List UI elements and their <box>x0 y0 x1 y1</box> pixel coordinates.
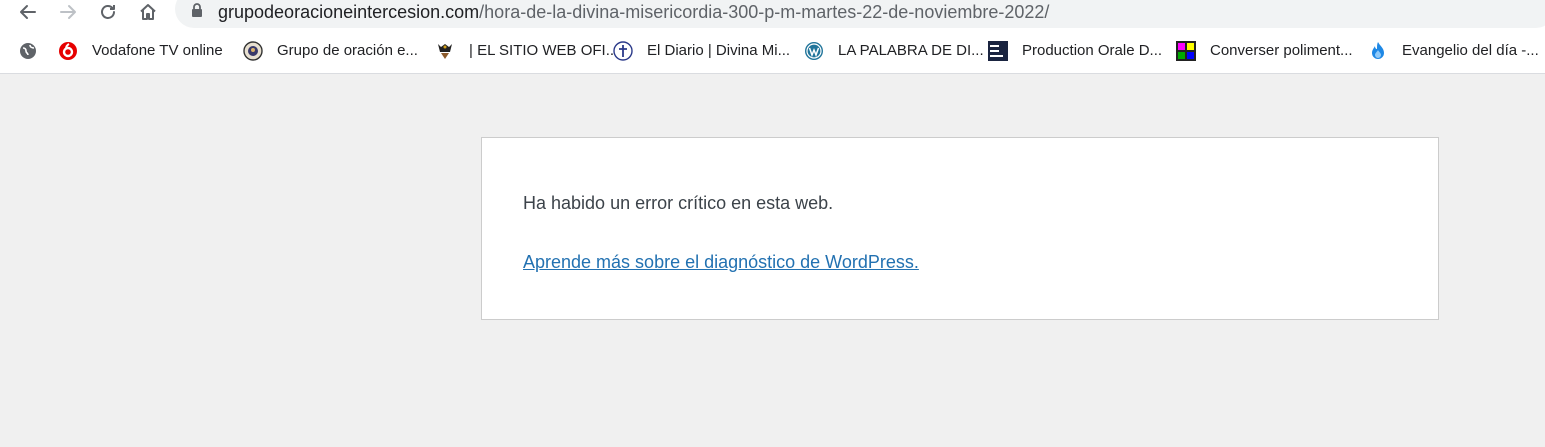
home-icon <box>140 4 156 20</box>
globe-icon <box>18 41 38 61</box>
bookmark-evangelio[interactable]: Evangelio del día -... <box>1368 40 1539 62</box>
forward-icon <box>60 5 76 19</box>
bookmark-converser[interactable]: Converser poliment... <box>1176 40 1353 62</box>
bookmark-grupo-oracion[interactable]: Grupo de oración e... <box>243 40 418 62</box>
wordpress-icon <box>804 41 824 61</box>
flame-icon <box>1368 41 1388 61</box>
bookmark-label: | EL SITIO WEB OFI... <box>469 42 619 59</box>
back-button[interactable] <box>16 0 40 24</box>
crest-icon <box>435 41 455 61</box>
bookmark-label: Grupo de oración e... <box>277 42 418 59</box>
url-path: /hora-de-la-divina-misericordia-300-p-m-… <box>479 2 1050 22</box>
reload-button[interactable] <box>96 0 120 24</box>
cross-badge-icon <box>613 41 633 61</box>
error-message: Ha habido un error crítico en esta web. <box>523 193 834 213</box>
back-icon <box>20 5 36 19</box>
lock-icon[interactable] <box>191 3 203 22</box>
bookmark-label: Production Orale D... <box>1022 42 1163 59</box>
reload-icon <box>101 5 115 19</box>
error-box: Ha habido un error crítico en esta web. … <box>481 137 1439 320</box>
wordpress-debug-link[interactable]: Aprende más sobre el diagnóstico de Word… <box>523 250 919 274</box>
bookmark-label: LA PALABRA DE DI... <box>838 42 984 59</box>
delf-dalf-icon <box>988 41 1008 61</box>
bookmark-la-palabra[interactable]: LA PALABRA DE DI... <box>804 40 984 62</box>
bookmark-production-orale[interactable]: Production Orale D... <box>988 40 1162 62</box>
bookmark-el-diario[interactable]: El Diario | Divina Mi... <box>613 40 790 62</box>
bookmark-label: Vodafone TV online <box>92 42 223 59</box>
bookmark-label: El Diario | Divina Mi... <box>647 42 791 59</box>
group-seal-icon <box>243 41 263 61</box>
bookmark-label: Converser poliment... <box>1210 42 1353 59</box>
bookmark-sitio-web[interactable]: | EL SITIO WEB OFI... <box>435 40 618 62</box>
bookmark-apps[interactable] <box>18 40 38 62</box>
bookmarks-bar: Vodafone TV online Grupo de oración e...… <box>0 28 1545 74</box>
home-button[interactable] <box>136 0 160 24</box>
bookmark-vodafone[interactable]: Vodafone TV online <box>58 40 223 62</box>
url-text[interactable]: grupodeoracioneintercesion.com/hora-de-l… <box>218 1 1049 23</box>
color-grid-icon <box>1176 41 1196 61</box>
vodafone-icon <box>58 41 78 61</box>
forward-button[interactable] <box>56 0 80 24</box>
browser-toolbar: grupodeoracioneintercesion.com/hora-de-l… <box>0 0 1545 28</box>
url-host: grupodeoracioneintercesion.com <box>218 2 480 22</box>
bookmark-label: Evangelio del día -... <box>1402 42 1539 59</box>
